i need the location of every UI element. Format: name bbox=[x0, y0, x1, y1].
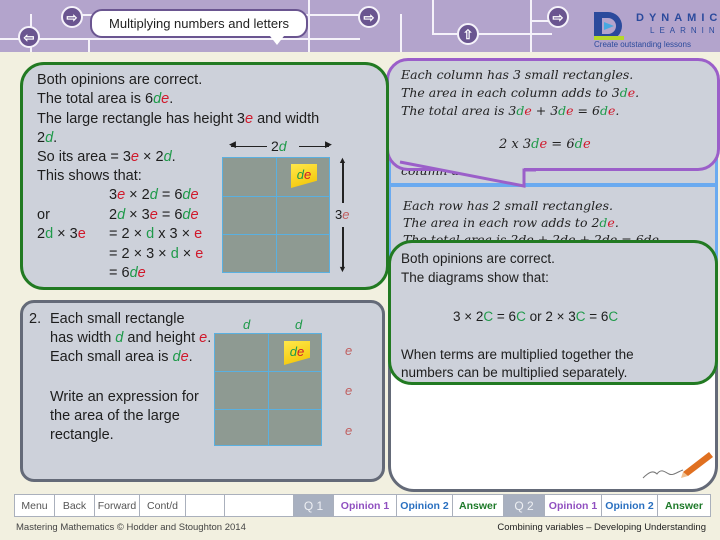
opinion1-line1: Each column has 3 small rectangles. bbox=[401, 67, 634, 82]
q1-opinion2-button[interactable]: Opinion 2 bbox=[397, 495, 453, 516]
answer2-line2: The diagrams show that: bbox=[401, 270, 549, 285]
question2-line2: has width d and height e. bbox=[50, 330, 212, 346]
answer-line1: Both opinions are correct. bbox=[37, 72, 203, 88]
opinion2-line2: The area in each row adds to 2de. bbox=[403, 215, 619, 230]
opinion1-equation: 2 x 3de = 6de bbox=[499, 137, 591, 152]
pencil-icon bbox=[642, 452, 713, 479]
contd-button[interactable]: Cont/d bbox=[140, 495, 186, 516]
q2-opinion2-button[interactable]: Opinion 2 bbox=[602, 495, 658, 516]
question2-prompt-line2: the area of the large bbox=[50, 408, 180, 424]
back-button[interactable]: Back bbox=[55, 495, 95, 516]
q1-button[interactable]: Q 1 bbox=[294, 495, 334, 516]
answer-line2: The total area is 6de. bbox=[37, 91, 174, 107]
question2-prompt-line3: rectangle. bbox=[50, 427, 114, 443]
answer2-equation: 3 × 2C = 6C or 2 × 3C = 6C bbox=[453, 309, 619, 324]
logo-word-learning: LEARNING bbox=[650, 26, 720, 35]
header-line bbox=[0, 38, 360, 40]
opinion1-line3: The total area is 3de + 3de = 6de. bbox=[401, 103, 620, 118]
arrowhead-down-icon: ▼ bbox=[338, 264, 347, 274]
answer-expression: 2d × 3e bbox=[37, 226, 86, 242]
question2-panel: 2. Each small rectangle has width d and … bbox=[20, 300, 385, 482]
opinion1-panel: Each column has 3 small rectangles. The … bbox=[386, 58, 720, 171]
column-label-d: d bbox=[243, 317, 251, 332]
height-arrow-bottom bbox=[342, 227, 344, 269]
answer2-line1: Both opinions are correct. bbox=[401, 251, 555, 266]
answer-equation4: = 2 × 3 × d × e bbox=[109, 246, 204, 262]
answer-or-label: or bbox=[37, 207, 50, 223]
q2-answer-button[interactable]: Answer bbox=[658, 495, 710, 516]
logo-mark-icon bbox=[594, 12, 624, 40]
grid-line bbox=[268, 334, 269, 445]
width-label: 2d bbox=[271, 138, 287, 154]
forward-arrow-icon[interactable]: ⇨ bbox=[61, 6, 83, 28]
back-arrow-icon[interactable]: ⇦ bbox=[18, 26, 40, 48]
answer-equation3: = 2 × d x 3 × e bbox=[109, 226, 203, 242]
answer-line4: 2d. bbox=[37, 130, 58, 146]
q2-button[interactable]: Q 2 bbox=[504, 495, 545, 516]
copyright-text: Mastering Mathematics © Hodder and Stoug… bbox=[16, 522, 246, 533]
up-arrow-icon[interactable]: ⇧ bbox=[457, 23, 479, 45]
height-arrow-top bbox=[342, 161, 344, 203]
row-label-e: e bbox=[345, 383, 353, 398]
grid-line bbox=[215, 371, 321, 372]
arrowhead-up-icon: ▲ bbox=[338, 155, 347, 165]
answer-equation1: 3e × 2d = 6de bbox=[109, 187, 199, 203]
width-arrow-left bbox=[231, 146, 267, 147]
column-label-d: d bbox=[295, 317, 303, 332]
forward-arrow-icon[interactable]: ⇨ bbox=[358, 6, 380, 28]
rectangle-grid: de bbox=[214, 333, 322, 446]
arrowhead-right-icon: ▶ bbox=[325, 139, 332, 149]
menu-button[interactable]: Menu bbox=[15, 495, 55, 516]
grid-line bbox=[223, 234, 329, 235]
arrowhead-left-icon: ◀ bbox=[229, 139, 236, 149]
grid-line bbox=[223, 196, 329, 197]
answer-line5: So its area = 3e × 2d. bbox=[37, 149, 176, 165]
grid-line bbox=[276, 158, 277, 272]
answer-equation5: = 6de bbox=[109, 265, 146, 281]
question2-line1: Each small rectangle bbox=[50, 311, 185, 327]
height-label: 3e bbox=[335, 207, 350, 222]
topic-text: Combining variables – Developing Underst… bbox=[497, 522, 706, 533]
navigation-bar: Menu Back Forward Cont/d Q 1 Opinion 1 O… bbox=[14, 494, 711, 517]
answer1-panel: Both opinions are correct. The total are… bbox=[20, 62, 389, 290]
answer-line6: This shows that: bbox=[37, 168, 142, 184]
answer-line3: The large rectangle has height 3e and wi… bbox=[37, 111, 320, 127]
answer2-panel: Both opinions are correct. The diagrams … bbox=[388, 240, 718, 385]
answer-equation2: 2d × 3e = 6de bbox=[109, 207, 199, 223]
grid-line bbox=[215, 409, 321, 410]
row-label-e: e bbox=[345, 423, 353, 438]
header-line bbox=[308, 0, 310, 52]
row-label-e: e bbox=[345, 343, 353, 358]
header-bar: ⇦ ⇨ ⇨ ⇧ ⇨ Multiplying numbers and letter… bbox=[0, 0, 720, 52]
dynamic-learning-logo: DYNAMIC LEARNING Create outstanding less… bbox=[590, 8, 720, 52]
page-title: Multiplying numbers and letters bbox=[90, 9, 308, 45]
blank-button[interactable] bbox=[225, 495, 294, 516]
header-line bbox=[432, 0, 434, 34]
answer2-summary-line2: numbers can be multiplied separately. bbox=[401, 365, 628, 380]
q2-opinion1-button[interactable]: Opinion 1 bbox=[545, 495, 602, 516]
sticky-note[interactable]: de bbox=[284, 341, 310, 365]
sticky-note[interactable]: de bbox=[291, 164, 317, 188]
forward-arrow-icon[interactable]: ⇨ bbox=[547, 6, 569, 28]
question2-line3: Each small area is de. bbox=[50, 349, 193, 365]
header-line bbox=[88, 38, 90, 52]
rectangle-grid: de bbox=[222, 157, 330, 273]
header-line bbox=[432, 33, 552, 35]
header-line bbox=[530, 0, 532, 52]
question2-prompt-line1: Write an expression for bbox=[50, 389, 199, 405]
question2-number: 2. bbox=[29, 311, 42, 327]
opinion2-line1: Each row has 2 small rectangles. bbox=[403, 198, 613, 213]
answer2-summary-line1: When terms are multiplied together the bbox=[401, 347, 634, 362]
logo-word-dynamic: DYNAMIC bbox=[636, 12, 720, 24]
logo-tagline: Create outstanding lessons bbox=[594, 40, 691, 49]
opinion1-line2: The area in each column adds to 3de. bbox=[401, 85, 640, 100]
q1-answer-button[interactable]: Answer bbox=[453, 495, 504, 516]
q1-opinion1-button[interactable]: Opinion 1 bbox=[334, 495, 397, 516]
blank-button[interactable] bbox=[186, 495, 225, 516]
opinion1-callout-tail bbox=[399, 160, 536, 188]
header-line bbox=[400, 14, 402, 52]
forward-button[interactable]: Forward bbox=[95, 495, 140, 516]
